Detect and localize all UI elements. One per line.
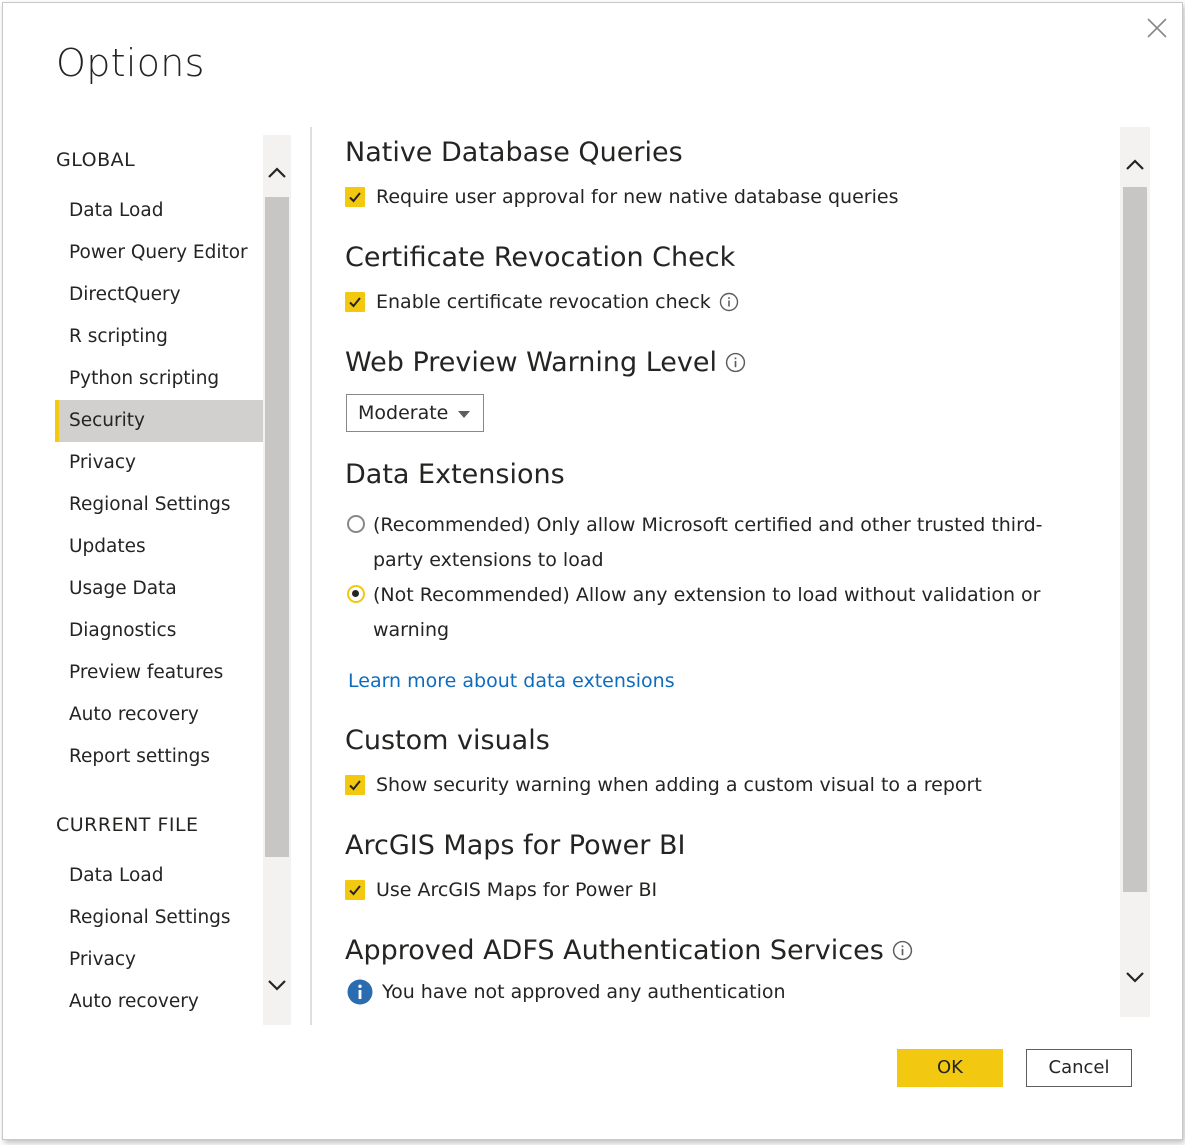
content-scrollbar[interactable] bbox=[1120, 127, 1150, 1017]
section-title-custom-visuals: Custom visuals bbox=[345, 725, 550, 756]
cancel-button[interactable]: Cancel bbox=[1026, 1049, 1132, 1087]
nav-item-report-settings[interactable]: Report settings bbox=[55, 736, 263, 778]
learn-more-data-extensions-link[interactable]: Learn more about data extensions bbox=[348, 670, 675, 692]
caret-down-icon bbox=[458, 411, 470, 418]
nav-item-diagnostics[interactable]: Diagnostics bbox=[55, 610, 263, 652]
section-title-web-preview: Web Preview Warning Level bbox=[345, 347, 717, 378]
nav-heading-global: GLOBAL bbox=[56, 149, 136, 171]
nav-item-python-scripting[interactable]: Python scripting bbox=[55, 358, 263, 400]
nav-item-r-scripting[interactable]: R scripting bbox=[55, 316, 263, 358]
radio-recommended-label-line1: (Recommended) Only allow Microsoft certi… bbox=[373, 514, 1043, 536]
cert-revocation-option: Enable certificate revocation check bbox=[345, 291, 739, 313]
section-title-adfs: Approved ADFS Authentication Services bbox=[345, 935, 884, 966]
info-icon[interactable] bbox=[725, 352, 746, 373]
content-scroll-thumb[interactable] bbox=[1123, 187, 1147, 892]
pane-divider bbox=[310, 127, 312, 1025]
radio-not-recommended[interactable] bbox=[347, 585, 365, 603]
nav-item-file-data-load[interactable]: Data Load bbox=[55, 855, 263, 897]
section-title-data-extensions: Data Extensions bbox=[345, 459, 565, 490]
checkmark-icon bbox=[349, 297, 361, 308]
close-icon bbox=[1147, 18, 1167, 38]
info-icon[interactable] bbox=[892, 940, 913, 961]
radio-not-recommended-label-line2: warning bbox=[373, 619, 450, 641]
content-scroll-down-button[interactable] bbox=[1123, 965, 1147, 989]
nav-item-file-auto-recovery[interactable]: Auto recovery bbox=[55, 981, 263, 1023]
section-title-cert-revocation: Certificate Revocation Check bbox=[345, 242, 736, 273]
dialog-title: Options bbox=[56, 41, 205, 85]
nav-item-file-privacy[interactable]: Privacy bbox=[55, 939, 263, 981]
nav-item-regional-settings[interactable]: Regional Settings bbox=[55, 484, 263, 526]
cert-revocation-label: Enable certificate revocation check bbox=[376, 291, 711, 313]
nav-item-file-regional-settings[interactable]: Regional Settings bbox=[55, 897, 263, 939]
radio-recommended-label-line2: party extensions to load bbox=[373, 549, 604, 571]
data-extensions-not-recommended-option: (Not Recommended) Allow any extension to… bbox=[345, 578, 1045, 648]
ok-button[interactable]: OK bbox=[897, 1049, 1003, 1087]
nav-scroll-thumb[interactable] bbox=[265, 197, 289, 857]
close-button[interactable] bbox=[1142, 13, 1172, 43]
native-queries-option: Require user approval for new native dat… bbox=[345, 186, 898, 208]
arcgis-option: Use ArcGIS Maps for Power BI bbox=[345, 879, 657, 901]
nav-item-security[interactable]: Security bbox=[55, 400, 263, 442]
nav-heading-current-file: CURRENT FILE bbox=[56, 814, 199, 836]
native-queries-label: Require user approval for new native dat… bbox=[376, 186, 899, 208]
arcgis-label: Use ArcGIS Maps for Power BI bbox=[376, 879, 658, 901]
web-preview-level-value: Moderate bbox=[358, 402, 449, 424]
custom-visuals-label: Show security warning when adding a cust… bbox=[376, 774, 982, 796]
chevron-up-icon bbox=[268, 167, 286, 178]
web-preview-level-dropdown[interactable]: Moderate bbox=[346, 394, 484, 432]
adfs-message: You have not approved any authentication bbox=[382, 981, 786, 1003]
cert-revocation-checkbox[interactable] bbox=[345, 292, 365, 312]
arcgis-checkbox[interactable] bbox=[345, 880, 365, 900]
checkmark-icon bbox=[349, 885, 361, 896]
options-dialog: Options GLOBAL Data Load Power Query Edi… bbox=[2, 2, 1183, 1140]
nav-item-power-query-editor[interactable]: Power Query Editor bbox=[55, 232, 263, 274]
section-title-arcgis: ArcGIS Maps for Power BI bbox=[345, 830, 686, 861]
nav-item-directquery[interactable]: DirectQuery bbox=[55, 274, 263, 316]
adfs-title-row: Approved ADFS Authentication Services bbox=[345, 935, 913, 966]
nav-scrollbar[interactable] bbox=[263, 135, 291, 1025]
info-icon[interactable] bbox=[719, 292, 739, 312]
adfs-message-row: You have not approved any authentication bbox=[345, 979, 786, 1005]
nav-item-privacy[interactable]: Privacy bbox=[55, 442, 263, 484]
nav-item-auto-recovery[interactable]: Auto recovery bbox=[55, 694, 263, 736]
checkmark-icon bbox=[349, 192, 361, 203]
nav-item-updates[interactable]: Updates bbox=[55, 526, 263, 568]
native-queries-checkbox[interactable] bbox=[345, 187, 365, 207]
nav-item-data-load[interactable]: Data Load bbox=[55, 190, 263, 232]
nav-item-usage-data[interactable]: Usage Data bbox=[55, 568, 263, 610]
radio-recommended[interactable] bbox=[347, 515, 365, 533]
security-settings-panel: Native Database Queries Require user app… bbox=[345, 129, 1117, 1021]
content-scroll-up-button[interactable] bbox=[1123, 153, 1147, 177]
section-title-native-queries: Native Database Queries bbox=[345, 137, 683, 168]
checkmark-icon bbox=[349, 780, 361, 791]
custom-visuals-option: Show security warning when adding a cust… bbox=[345, 774, 982, 796]
nav-item-preview-features[interactable]: Preview features bbox=[55, 652, 263, 694]
chevron-down-icon bbox=[268, 980, 286, 991]
web-preview-title-row: Web Preview Warning Level bbox=[345, 347, 746, 378]
nav-scroll-up-button[interactable] bbox=[265, 161, 289, 185]
custom-visuals-checkbox[interactable] bbox=[345, 775, 365, 795]
radio-not-recommended-label-line1: (Not Recommended) Allow any extension to… bbox=[373, 584, 1041, 606]
chevron-down-icon bbox=[1126, 972, 1144, 983]
data-extensions-recommended-option: (Recommended) Only allow Microsoft certi… bbox=[345, 508, 1045, 578]
chevron-up-icon bbox=[1126, 159, 1144, 170]
options-nav: GLOBAL Data Load Power Query Editor Dire… bbox=[55, 135, 265, 1025]
nav-scroll-down-button[interactable] bbox=[265, 973, 289, 997]
info-filled-icon bbox=[347, 979, 373, 1005]
